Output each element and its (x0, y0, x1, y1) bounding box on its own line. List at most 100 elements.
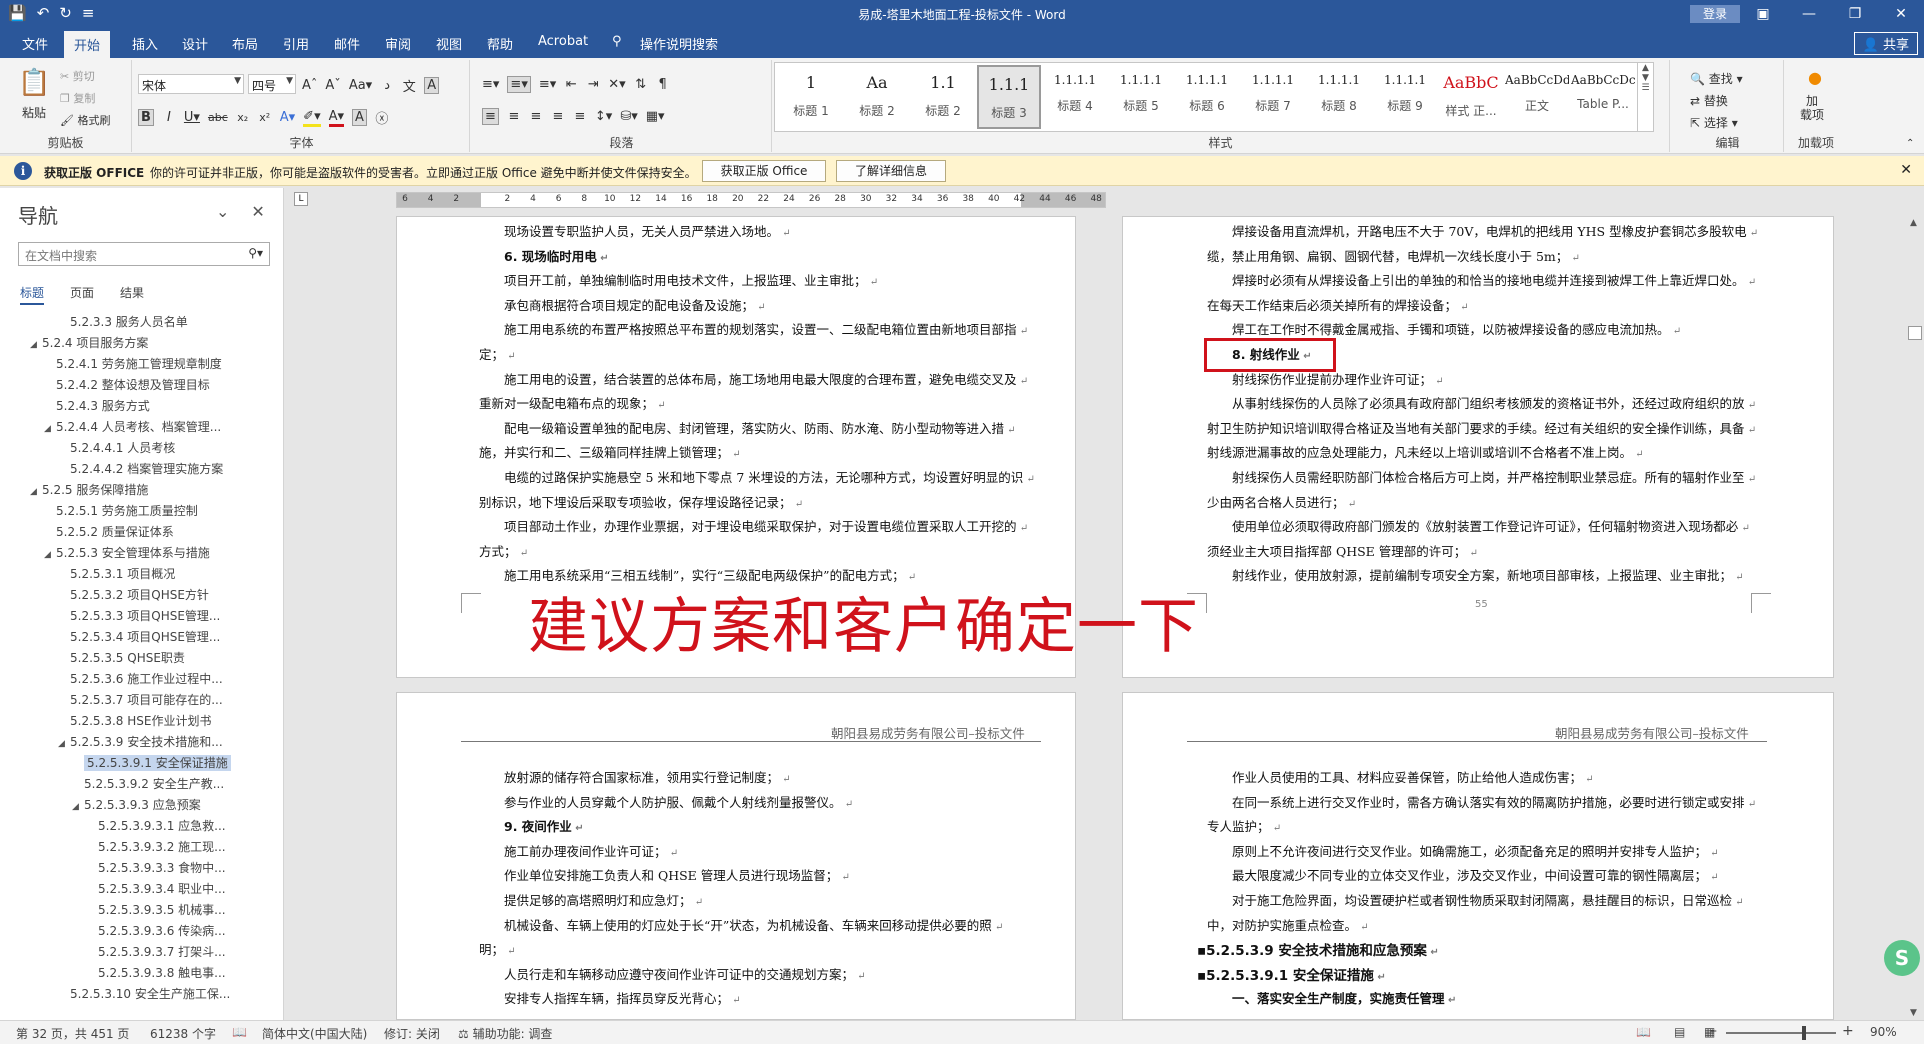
nav-tab-pages[interactable]: 页面 (70, 284, 94, 305)
nav-heading-item[interactable]: ◢ 5.2.4 项目服务方案 (0, 333, 282, 354)
doc-line[interactable]: 承包商根据符合项目规定的配电设备及设施； ↵ (504, 295, 766, 314)
doc-line[interactable]: 原则上不允许夜间进行交叉作业。如确需施工，必须配备充足的照明并安排专人监护； ↵ (1232, 841, 1719, 860)
change-case-icon[interactable]: Aa▾ (349, 78, 372, 93)
tab-mailings[interactable]: 邮件 (334, 34, 360, 53)
doc-line[interactable]: 重新对一级配电箱布点的现象； ↵ (479, 393, 666, 412)
highlight-icon[interactable]: ✐▾ (303, 109, 321, 127)
nav-heading-item[interactable]: 5.2.3.3 服务人员名单 (0, 312, 282, 333)
doc-line[interactable]: 焊接时必须有从焊接设备上引出的单独的和恰当的接地电缆并连接到被焊工件上靠近焊口处… (1232, 270, 1756, 289)
superscript-icon[interactable]: x² (258, 111, 272, 124)
style-item[interactable]: 1.1 标题 2 (911, 65, 975, 129)
doc-line[interactable]: 须经业主大项目指挥部 QHSE 管理部的许可； ↵ (1207, 541, 1478, 560)
zoom-out-icon[interactable]: – (1710, 1023, 1717, 1039)
style-item[interactable]: 1.1.1.1 标题 4 (1043, 65, 1107, 129)
paste-icon[interactable]: 📋 (18, 68, 50, 98)
style-item[interactable]: 1.1.1 标题 3 (977, 65, 1041, 129)
enclose-char-icon[interactable]: ⓧ (375, 108, 389, 127)
nav-heading-item[interactable]: 5.2.4.3 服务方式 (0, 396, 282, 417)
tab-acrobat[interactable]: Acrobat (538, 34, 588, 49)
doc-line[interactable]: 安排专人指挥车辆，指挥员穿反光背心； ↵ (504, 988, 741, 1007)
nav-heading-item[interactable]: ◢ 5.2.5.3.9.3 应急预案 (0, 795, 282, 816)
bold-icon[interactable]: B (138, 109, 154, 126)
nav-heading-item[interactable]: 5.2.5.3.7 项目可能存在的... (0, 690, 282, 711)
grow-font-icon[interactable]: Aˆ (302, 78, 317, 93)
proofing-icon[interactable]: 📖 (232, 1025, 247, 1039)
decrease-indent-icon[interactable]: ⇤ (564, 77, 578, 92)
italic-icon[interactable]: I (162, 110, 176, 125)
doc-line[interactable]: 射卫生防护知识培训取得合格证及当地有关部门要求的手续。经过有关组织的安全操作训练… (1207, 418, 1756, 437)
nav-heading-item[interactable]: 5.2.5.1 劳务施工质量控制 (0, 501, 282, 522)
doc-line[interactable]: 缆，禁止用角钢、扁钢、圆钢代替，电焊机一次线长度小于 5m； ↵ (1207, 246, 1580, 265)
style-item[interactable]: 1.1.1.1 标题 9 (1373, 65, 1437, 129)
nav-heading-item[interactable]: 5.2.5.3.6 施工作业过程中... (0, 669, 282, 690)
align-center-icon[interactable]: ≡ (507, 109, 521, 124)
doc-line[interactable]: 6. 现场临时用电 ↵ (504, 246, 609, 265)
nav-heading-item[interactable]: 5.2.5.3.9.3.2 施工现... (0, 837, 282, 858)
doc-line[interactable]: 电缆的过路保护实施悬空 5 米和地下零点 7 米埋设的方法，无论哪种方式，均设置… (504, 467, 1035, 486)
show-marks-icon[interactable]: ¶ (656, 77, 670, 92)
doc-line[interactable]: 9. 夜间作业 ↵ (504, 816, 584, 835)
doc-line[interactable]: 定； ↵ (479, 344, 516, 363)
chinese-layout-icon[interactable]: ✕▾ (608, 77, 625, 92)
nav-heading-item[interactable]: 5.2.5.3.9.3.3 食物中... (0, 858, 282, 879)
learn-more-button[interactable]: 了解详细信息 (836, 160, 946, 182)
doc-line[interactable]: 配电一级箱设置单独的配电房、封闭管理，落实防火、防雨、防水淹、防小型动物等进入措… (504, 418, 1016, 437)
cut-button[interactable]: ✂ 剪切 (60, 68, 95, 84)
get-genuine-button[interactable]: 获取正版 Office (702, 160, 826, 182)
doc-line[interactable]: 射线源泄漏事故的应急处理能力，凡未经以上培训或培训不合格者不准上岗。 ↵ (1207, 442, 1644, 461)
floating-assistant-icon[interactable]: S (1884, 940, 1920, 976)
nav-heading-item[interactable]: 5.2.5.3.9.3.6 传染病... (0, 921, 282, 942)
track-changes-status[interactable]: 修订: 关闭 (384, 1025, 440, 1042)
shading-icon[interactable]: ⛁▾ (620, 109, 637, 124)
style-item[interactable]: AaBbCcDc Table P... (1571, 65, 1635, 129)
read-mode-icon[interactable]: 📖 (1636, 1025, 1651, 1039)
style-item[interactable]: 1.1.1.1 标题 5 (1109, 65, 1173, 129)
align-left-icon[interactable]: ≡ (482, 108, 499, 125)
addins-button[interactable]: 加 载项 (1800, 94, 1824, 122)
doc-line[interactable]: 从事射线探伤的人员除了必须具有政府部门组织考核颁发的资格证书外，还经过政府组织的… (1232, 393, 1756, 412)
doc-line[interactable]: 施工前办理夜间作业许可证； ↵ (504, 841, 678, 860)
collapse-ribbon-icon[interactable]: ⌃ (1906, 138, 1914, 149)
nav-heading-item[interactable]: 5.2.5.3.9.3.5 机械事... (0, 900, 282, 921)
doc-line[interactable]: 现场设置专职监护人员，无关人员严禁进入场地。 ↵ (504, 221, 791, 240)
subscript-icon[interactable]: x₂ (236, 111, 250, 124)
doc-line[interactable]: 方式； ↵ (479, 541, 528, 560)
doc-line[interactable]: 项目开工前，单独编制临时用电技术文件，上报监理、业主审批； ↵ (504, 270, 878, 289)
doc-heading[interactable]: ▪5.2.5.3.9 安全技术措施和应急预案 ↵ (1197, 939, 1439, 959)
search-icon[interactable]: ⚲▾ (248, 246, 263, 260)
nav-heading-item[interactable]: 5.2.5.3.9.3.4 职业中... (0, 879, 282, 900)
nav-heading-item[interactable]: 5.2.5.3.9.3.7 打架斗... (0, 942, 282, 963)
nav-tab-results[interactable]: 结果 (120, 284, 144, 305)
doc-line[interactable]: 放射源的储存符合国家标准，领用实行登记制度； ↵ (504, 767, 791, 786)
ribbon-display-icon[interactable]: ▣ (1740, 0, 1786, 28)
zoom-slider-knob[interactable] (1802, 1026, 1806, 1040)
nav-heading-item[interactable]: ◢ 5.2.4.4 人员考核、档案管理... (0, 417, 282, 438)
doc-line[interactable]: 少由两名合格人员进行； ↵ (1207, 492, 1356, 511)
nav-heading-item[interactable]: 5.2.5.3.9.2 安全生产教... (0, 774, 282, 795)
bullets-icon[interactable]: ≡▾ (482, 77, 499, 92)
zoom-level[interactable]: 90% (1870, 1025, 1897, 1039)
text-effects-icon[interactable]: A▾ (280, 110, 295, 125)
tab-home[interactable]: 开始 (64, 31, 111, 58)
horizontal-ruler[interactable]: 6 4 2 2 4 6 8 10 12 14 16 18 20 22 24 26 28 30 32 34 36 38 40 4… (396, 192, 1106, 208)
copy-button[interactable]: ❐ 复制 (60, 90, 95, 106)
doc-line[interactable]: 中，对防护实施重点检查。 ↵ (1207, 915, 1369, 934)
borders-icon[interactable]: ▦▾ (646, 109, 665, 124)
zoom-slider[interactable] (1726, 1032, 1836, 1034)
replace-button[interactable]: ⇄ 替换 (1690, 92, 1728, 109)
style-item[interactable]: 1.1.1.1 标题 7 (1241, 65, 1305, 129)
minimize-icon[interactable]: — (1786, 0, 1832, 28)
nav-heading-item[interactable]: 5.2.5.3.9.3.8 触电事... (0, 963, 282, 984)
collapse-arrow-icon[interactable]: ◢ (44, 545, 56, 566)
doc-line[interactable]: 对于施工危险界面，均设置硬护栏或者钢性物质采取封闭隔离，悬挂醒目的标识，日常巡检… (1232, 890, 1744, 909)
vertical-scrollbar[interactable]: ▲ ▼ (1906, 216, 1924, 1020)
tab-layout[interactable]: 布局 (232, 34, 258, 53)
collapse-arrow-icon[interactable]: ◢ (58, 734, 70, 755)
collapse-arrow-icon[interactable]: ◢ (30, 335, 42, 356)
nav-close-icon[interactable]: ✕ (251, 202, 264, 221)
tab-selector[interactable]: L (294, 192, 308, 206)
tab-help[interactable]: 帮助 (487, 34, 513, 53)
login-button[interactable]: 登录 (1690, 5, 1740, 23)
doc-line[interactable]: 作业人员使用的工具、材料应妥善保管，防止给他人造成伤害； ↵ (1232, 767, 1594, 786)
doc-heading[interactable]: ▪5.2.5.3.9.1 安全保证措施 ↵ (1197, 964, 1386, 984)
